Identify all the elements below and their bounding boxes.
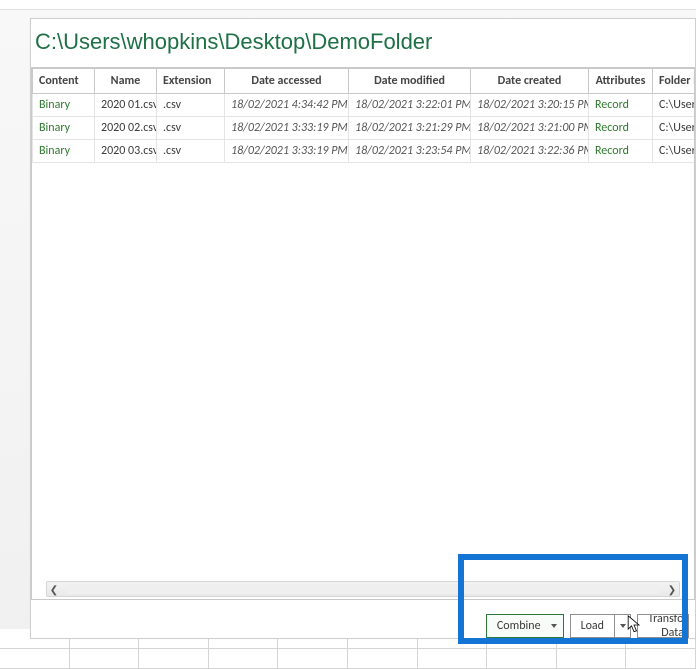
col-date-modified[interactable]: Date modified	[349, 69, 471, 94]
cell-attributes[interactable]: Record	[589, 117, 653, 140]
cell-date-modified: 18/02/2021 3:23:54 PM	[349, 140, 471, 163]
grid-cell[interactable]	[209, 649, 279, 669]
file-table: Content Name Extension Date accessed Dat…	[32, 68, 694, 163]
scroll-left-arrow-icon[interactable]: ❮	[45, 582, 63, 596]
cell-name: 2020 03.csv	[95, 140, 157, 163]
table-header-row: Content Name Extension Date accessed Dat…	[33, 69, 695, 94]
cell-extension: .csv	[157, 117, 225, 140]
grid-cell[interactable]	[139, 649, 209, 669]
chevron-down-icon	[620, 624, 626, 628]
transform-data-label: Transform Data	[638, 614, 689, 638]
cell-date-accessed: 18/02/2021 3:33:19 PM	[225, 140, 349, 163]
grid-cell[interactable]	[418, 649, 488, 669]
cell-attributes[interactable]: Record	[589, 94, 653, 117]
load-button-label: Load	[571, 619, 614, 633]
cell-content[interactable]: Binary	[33, 117, 95, 140]
transform-data-button[interactable]: Transform Data	[637, 614, 689, 638]
cell-date-created: 18/02/2021 3:22:36 PM	[471, 140, 589, 163]
cell-extension: .csv	[157, 140, 225, 163]
table-row[interactable]: Binary 2020 03.csv .csv 18/02/2021 3:33:…	[33, 140, 695, 163]
load-button[interactable]: Load	[570, 614, 631, 638]
grid-cell[interactable]	[626, 649, 696, 669]
col-name[interactable]: Name	[95, 69, 157, 94]
scroll-right-arrow-icon[interactable]: ❯	[663, 582, 681, 596]
cell-extension: .csv	[157, 94, 225, 117]
cell-name: 2020 01.csv	[95, 94, 157, 117]
combine-button[interactable]: Combine	[486, 614, 564, 638]
grid-cell[interactable]	[278, 649, 348, 669]
grid-cell[interactable]	[70, 649, 140, 669]
table-row[interactable]: Binary 2020 01.csv .csv 18/02/2021 4:34:…	[33, 94, 695, 117]
grid-cell[interactable]	[348, 649, 418, 669]
cell-date-created: 18/02/2021 3:21:00 PM	[471, 117, 589, 140]
cell-date-accessed: 18/02/2021 4:34:42 PM	[225, 94, 349, 117]
table-row[interactable]: Binary 2020 02.csv .csv 18/02/2021 3:33:…	[33, 117, 695, 140]
dialog-button-bar: Combine Load Transform Data Combine & Tr…	[31, 600, 695, 638]
col-date-created[interactable]: Date created	[471, 69, 589, 94]
col-content[interactable]: Content	[33, 69, 95, 94]
grid-cell[interactable]	[0, 649, 70, 669]
col-extension[interactable]: Extension	[157, 69, 225, 94]
cell-folder-path: C:\User	[653, 94, 695, 117]
cell-folder-path: C:\User	[653, 140, 695, 163]
grid-cell[interactable]	[487, 649, 557, 669]
cell-content[interactable]: Binary	[33, 140, 95, 163]
app-top-border	[0, 0, 696, 10]
grid-cell[interactable]	[557, 649, 627, 669]
cell-date-accessed: 18/02/2021 3:33:19 PM	[225, 117, 349, 140]
scroll-track[interactable]	[67, 584, 659, 594]
horizontal-scrollbar[interactable]: ❮ ❯	[46, 581, 680, 597]
dialog-title: C:\Users\whopkins\Desktop\DemoFolder	[31, 19, 695, 67]
cell-attributes[interactable]: Record	[589, 140, 653, 163]
chevron-down-icon	[551, 624, 557, 628]
cell-date-created: 18/02/2021 3:20:15 PM	[471, 94, 589, 117]
col-date-accessed[interactable]: Date accessed	[225, 69, 349, 94]
cell-folder-path: C:\User	[653, 117, 695, 140]
cell-date-modified: 18/02/2021 3:22:01 PM	[349, 94, 471, 117]
col-folder-path[interactable]: Folder Path	[653, 69, 695, 94]
file-table-container: Content Name Extension Date accessed Dat…	[31, 67, 695, 600]
col-attributes[interactable]: Attributes	[589, 69, 653, 94]
cell-date-modified: 18/02/2021 3:21:29 PM	[349, 117, 471, 140]
cell-content[interactable]: Binary	[33, 94, 95, 117]
combine-button-label: Combine	[487, 619, 551, 633]
cell-name: 2020 02.csv	[95, 117, 157, 140]
folder-preview-dialog: C:\Users\whopkins\Desktop\DemoFolder Con…	[30, 18, 696, 639]
mouse-cursor-icon	[627, 615, 641, 635]
